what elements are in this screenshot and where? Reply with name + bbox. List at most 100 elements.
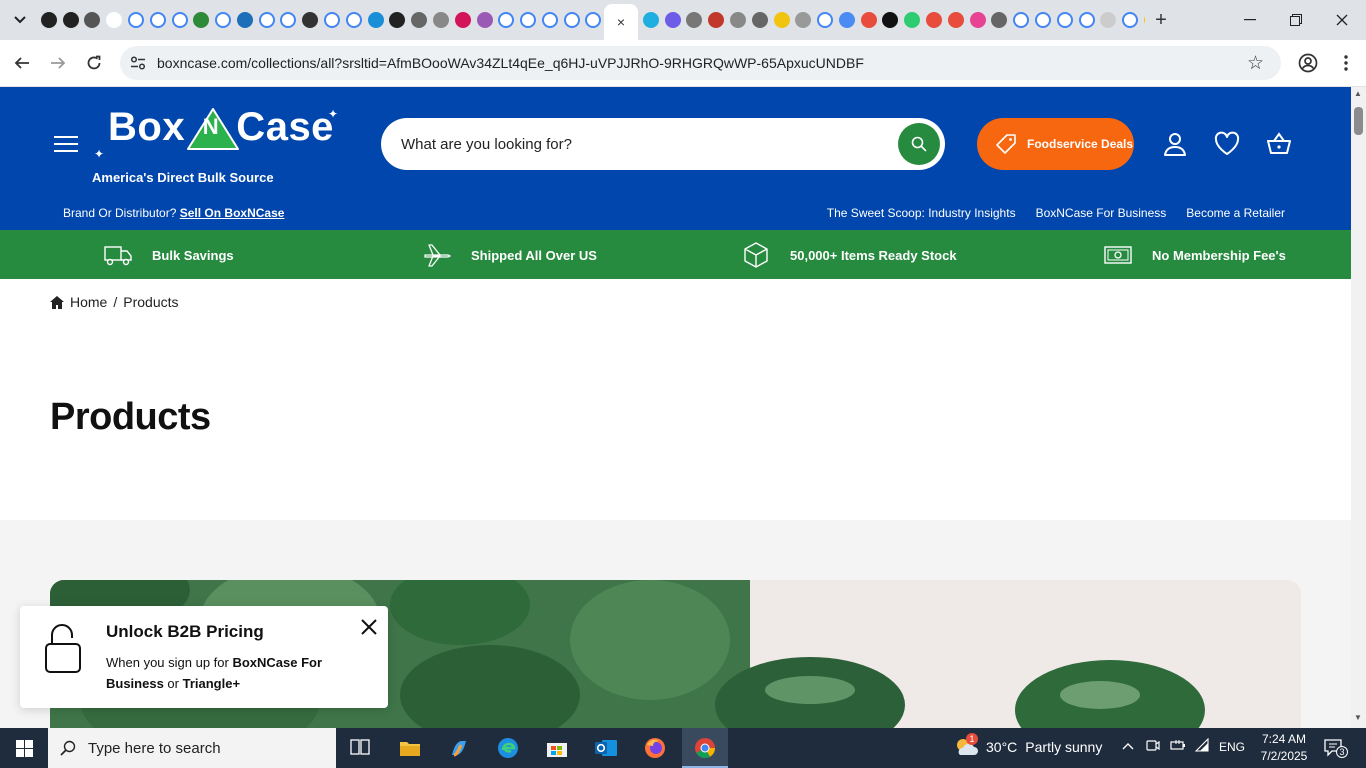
tab-favicon-icon[interactable] (1078, 12, 1095, 28)
close-window-icon[interactable] (1324, 6, 1360, 34)
tab-favicon-icon[interactable] (40, 12, 57, 28)
url-text[interactable]: boxncase.com/collections/all?srsltid=Afm… (157, 55, 864, 71)
wishlist-heart-icon[interactable] (1214, 131, 1240, 157)
tab-favicon-icon[interactable] (411, 12, 428, 28)
tab-favicon-icon[interactable] (193, 12, 210, 28)
edge-browser-icon[interactable] (492, 732, 524, 764)
tab-favicon-icon[interactable] (302, 12, 319, 28)
tab-favicon-icon[interactable] (969, 12, 986, 28)
tab-favicon-icon[interactable] (476, 12, 493, 28)
new-tab-icon[interactable]: + (1150, 8, 1172, 32)
home-icon[interactable] (50, 295, 64, 309)
tab-favicon-icon[interactable] (686, 12, 703, 28)
taskbar-search[interactable]: Type here to search (48, 728, 336, 768)
breadcrumb-home[interactable]: Home (70, 294, 107, 310)
page-scrollbar[interactable]: ▲ ▼ (1351, 87, 1366, 728)
tab-favicon-icon[interactable] (520, 12, 537, 28)
notification-center-icon[interactable]: 3 (1324, 738, 1348, 758)
copilot-icon[interactable] (443, 732, 475, 764)
tab-favicon-icon[interactable] (926, 12, 943, 28)
tab-favicon-icon[interactable] (860, 12, 877, 28)
scroll-up-icon[interactable]: ▲ (1354, 89, 1362, 98)
tab-favicon-icon[interactable] (1122, 12, 1139, 28)
meet-now-icon[interactable] (1146, 738, 1160, 757)
tab-favicon-icon[interactable] (541, 12, 558, 28)
cart-basket-icon[interactable] (1266, 131, 1292, 157)
account-icon[interactable] (1162, 131, 1188, 157)
popup-close-icon[interactable] (360, 618, 378, 636)
tab-favicon-icon[interactable] (1013, 12, 1030, 28)
tab-favicon-icon[interactable] (882, 12, 899, 28)
bookmark-star-icon[interactable]: ☆ (1247, 52, 1264, 75)
search-input[interactable] (401, 132, 871, 156)
tab-search-icon[interactable] (8, 8, 32, 32)
tab-favicon-icon[interactable] (947, 12, 964, 28)
tab-favicon-icon[interactable] (642, 12, 659, 28)
chrome-icon[interactable] (689, 732, 721, 764)
tab-favicon-icon[interactable] (454, 12, 471, 28)
restore-icon[interactable] (1278, 6, 1314, 34)
forward-icon[interactable] (46, 51, 70, 75)
nav-link-sweet-scoop[interactable]: The Sweet Scoop: Industry Insights (827, 206, 1016, 220)
tab-favicon-icon[interactable] (1056, 12, 1073, 28)
tab-favicon-icon[interactable] (389, 12, 406, 28)
tab-favicon-icon[interactable] (149, 12, 166, 28)
tab-favicon-icon[interactable] (991, 12, 1008, 28)
tab-favicon-icon[interactable] (1143, 12, 1145, 28)
address-bar[interactable]: boxncase.com/collections/all?srsltid=Afm… (120, 46, 1281, 80)
tab-favicon-icon[interactable] (664, 12, 681, 28)
nav-link-become-retailer[interactable]: Become a Retailer (1186, 206, 1285, 220)
tab-favicon-icon[interactable] (324, 12, 341, 28)
clock[interactable]: 7:24 AM 7/2/2025 (1256, 731, 1312, 765)
boxncase-logo[interactable]: Box N Case ✦ ✦ America's Direct Bulk Sou… (92, 103, 348, 187)
tab-favicon-icon[interactable] (817, 12, 834, 28)
menu-icon[interactable] (54, 136, 78, 152)
tab-favicon-icon[interactable] (432, 12, 449, 28)
tab-favicon-icon[interactable] (215, 12, 232, 28)
tab-favicon-icon[interactable] (1034, 12, 1051, 28)
tab-favicon-icon[interactable] (795, 12, 812, 28)
scroll-down-icon[interactable]: ▼ (1354, 713, 1362, 722)
more-menu-icon[interactable] (1334, 51, 1358, 75)
tab-favicon-icon[interactable] (367, 12, 384, 28)
tab-favicon-icon[interactable] (498, 12, 515, 28)
tab-favicon-icon[interactable] (258, 12, 275, 28)
firefox-icon[interactable] (639, 732, 671, 764)
weather-widget[interactable]: 1 30°C Partly sunny (954, 733, 1102, 757)
tab-favicon-icon[interactable] (708, 12, 725, 28)
tab-favicon-icon[interactable] (62, 12, 79, 28)
tab-favicon-icon[interactable] (751, 12, 768, 28)
sell-on-boxncase-link[interactable]: Sell On BoxNCase (180, 206, 285, 220)
tab-favicon-icon[interactable] (838, 12, 855, 28)
windows-start-icon[interactable] (0, 728, 48, 768)
active-tab[interactable]: × (604, 4, 638, 40)
profile-icon[interactable] (1296, 51, 1320, 75)
tab-favicon-icon[interactable] (236, 12, 253, 28)
task-view-icon[interactable] (344, 732, 376, 764)
tab-favicon-icon[interactable] (563, 12, 580, 28)
tab-favicon-icon[interactable] (280, 12, 297, 28)
site-info-icon[interactable] (129, 54, 147, 72)
tab-favicon-icon[interactable] (730, 12, 747, 28)
tab-favicon-icon[interactable] (585, 12, 602, 28)
tab-close-icon[interactable]: × (617, 14, 625, 30)
outlook-icon[interactable] (590, 732, 622, 764)
minimize-icon[interactable] (1232, 6, 1268, 34)
foodservice-deals-button[interactable]: Foodservice Deals (977, 118, 1134, 170)
nav-link-boxncase-for-business[interactable]: BoxNCase For Business (1036, 206, 1167, 220)
tab-favicon-icon[interactable] (345, 12, 362, 28)
reload-icon[interactable] (82, 51, 106, 75)
language-indicator[interactable]: ENG (1219, 740, 1245, 754)
file-explorer-icon[interactable] (394, 732, 426, 764)
tab-favicon-icon[interactable] (1100, 12, 1117, 28)
back-icon[interactable] (10, 51, 34, 75)
scroll-thumb[interactable] (1354, 107, 1363, 135)
search-button[interactable] (898, 123, 940, 165)
tab-favicon-icon[interactable] (128, 12, 145, 28)
tab-favicon-icon[interactable] (84, 12, 101, 28)
tab-favicon-icon[interactable] (106, 12, 123, 28)
wifi-icon[interactable] (1194, 737, 1210, 755)
tab-favicon-icon[interactable] (904, 12, 921, 28)
tab-favicon-icon[interactable] (773, 12, 790, 28)
tray-chevron-up-icon[interactable] (1122, 738, 1134, 753)
